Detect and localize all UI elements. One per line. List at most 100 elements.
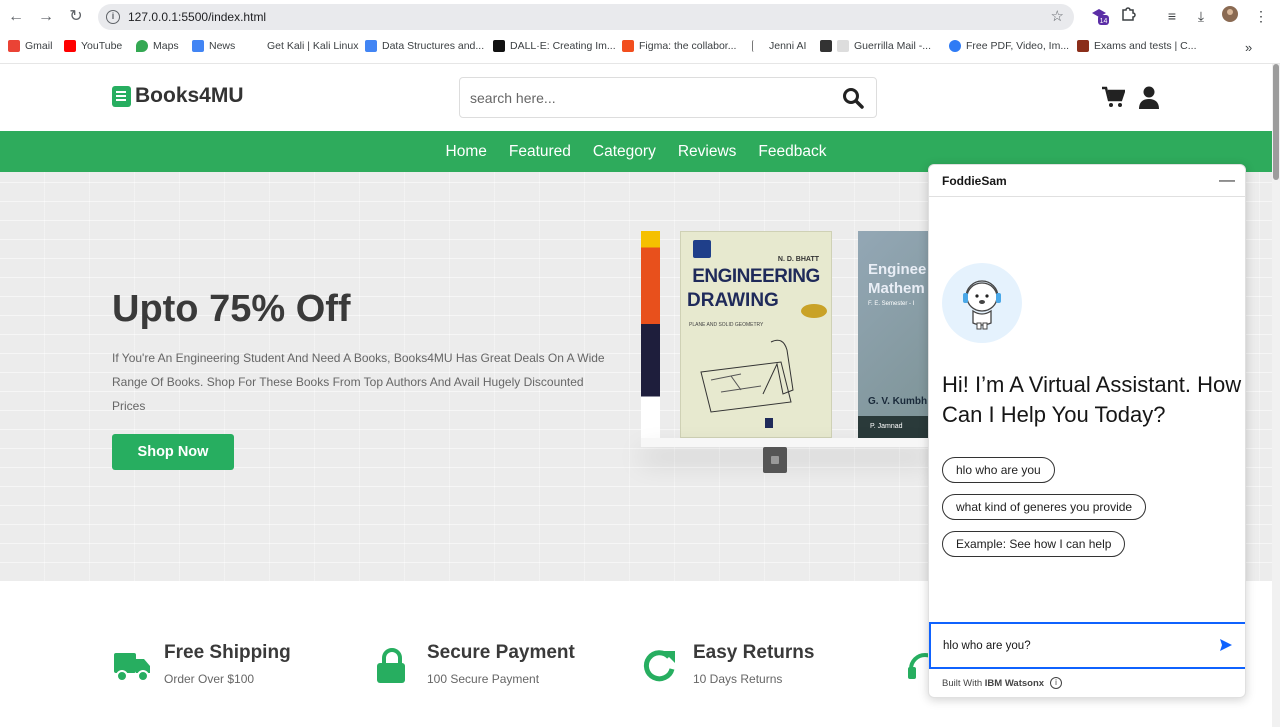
chat-message-input[interactable] xyxy=(931,624,1201,667)
book-icon xyxy=(112,85,131,107)
book-cover-engineering-mathematics[interactable]: Enginee Mathem F. E. Semester - I G. V. … xyxy=(858,231,933,438)
suggestion-chip[interactable]: hlo who are you xyxy=(942,457,1055,483)
bookmark-dalle[interactable]: DALL·E: Creating Im... xyxy=(493,40,616,52)
book2-publisher: P. Jamnad xyxy=(858,416,933,438)
guerrilla-mail-icon xyxy=(820,40,832,52)
site-logo[interactable]: Books4MU xyxy=(112,84,244,108)
more-bookmarks-icon[interactable]: » xyxy=(1245,40,1252,55)
chat-input-box xyxy=(929,622,1245,669)
chrome-menu-icon[interactable]: ⋮ xyxy=(1254,6,1268,26)
info-icon[interactable]: i xyxy=(1050,677,1063,689)
lock-icon xyxy=(377,648,405,683)
extension-hat-icon[interactable]: 14 xyxy=(1090,6,1110,26)
suggestion-chip[interactable]: Example: See how I can help xyxy=(942,531,1126,557)
assistant-avatar xyxy=(942,263,1022,343)
feature-subtitle: 10 Days Returns xyxy=(693,672,783,686)
bookmark-kali[interactable]: Get Kali | Kali Linux xyxy=(250,40,358,52)
media-queue-icon[interactable]: ≡ xyxy=(1163,6,1181,26)
feature-secure-payment: Secure Payment 100 Secure Payment xyxy=(375,642,575,687)
kali-icon xyxy=(250,40,262,52)
gmail-icon xyxy=(8,40,20,52)
suggestion-chip[interactable]: what kind of generes you provide xyxy=(942,494,1147,520)
feature-subtitle: 100 Secure Payment xyxy=(427,672,540,686)
feature-title: Secure Payment xyxy=(427,642,575,663)
download-icon[interactable]: ⤓ xyxy=(1192,6,1210,26)
reload-icon[interactable]: ↻ xyxy=(65,6,87,28)
profile-avatar[interactable] xyxy=(1220,6,1240,26)
news-icon xyxy=(192,40,204,52)
minimize-icon[interactable]: — xyxy=(1219,165,1235,197)
forward-arrow-icon[interactable]: → xyxy=(35,6,57,28)
redo-arrow-icon xyxy=(643,650,675,682)
nav-home[interactable]: Home xyxy=(446,131,487,172)
bookmark-jenni[interactable]: Jenni AI xyxy=(752,40,806,52)
feature-easy-returns: Easy Returns 10 Days Returns xyxy=(641,642,814,687)
robot-icon xyxy=(963,280,1001,330)
book-cover-left[interactable] xyxy=(641,231,660,438)
free-pdf-icon xyxy=(949,40,961,52)
feature-free-shipping: Free Shipping Order Over $100 xyxy=(112,642,291,687)
figma-icon xyxy=(622,40,634,52)
shop-now-button[interactable]: Shop Now xyxy=(112,434,234,470)
logo-text: Books4MU xyxy=(135,84,244,107)
book2-author: G. V. Kumbh xyxy=(868,396,928,407)
book-author: N. D. BHATT xyxy=(777,256,819,263)
brand-name: IBM Watsonx xyxy=(984,677,1045,689)
site-info-icon[interactable]: i xyxy=(106,10,120,24)
user-icon[interactable] xyxy=(1137,85,1161,109)
jenni-icon xyxy=(752,40,764,52)
truck-icon xyxy=(114,653,150,682)
maps-icon xyxy=(136,40,148,52)
nav-reviews[interactable]: Reviews xyxy=(678,131,737,172)
data-structures-icon xyxy=(365,40,377,52)
bookmark-youtube[interactable]: YouTube xyxy=(64,40,122,52)
hero-description: If You're An Engineering Student And Nee… xyxy=(112,351,605,413)
feature-title: Free Shipping xyxy=(164,642,291,663)
nav-category[interactable]: Category xyxy=(593,131,656,172)
search-icon[interactable] xyxy=(842,87,864,109)
search-box xyxy=(459,77,877,118)
bookmark-star-icon[interactable]: ☆ xyxy=(1051,4,1064,30)
chat-header: FoddieSam — xyxy=(929,165,1245,197)
book2-title-line2: Mathem xyxy=(868,280,925,297)
feature-title: Easy Returns xyxy=(693,642,815,663)
back-arrow-icon[interactable]: ← xyxy=(5,6,27,28)
search-input[interactable] xyxy=(460,78,830,117)
openai-icon xyxy=(493,40,505,52)
built-with-footer: Built With IBM Watsonx i xyxy=(942,677,1063,689)
mail-envelope-icon xyxy=(837,40,849,52)
built-with-text: Built With xyxy=(942,677,983,689)
extensions-puzzle-icon[interactable] xyxy=(1119,6,1137,26)
url-text: 127.0.0.1:5500/index.html xyxy=(128,10,267,24)
shelf-bracket xyxy=(763,447,787,473)
cart-icon[interactable] xyxy=(1101,85,1125,109)
bookmark-news[interactable]: News xyxy=(192,40,235,52)
nav-featured[interactable]: Featured xyxy=(509,131,571,172)
chat-title: FoddieSam xyxy=(942,174,1007,188)
book-cover-engineering-drawing[interactable]: N. D. BHATT ENGINEERING DRAWING PLANE AN… xyxy=(680,231,832,438)
chat-greeting: Hi! I’m A Virtual Assistant. How Can I H… xyxy=(942,372,1242,427)
youtube-icon xyxy=(64,40,76,52)
bookmark-maps[interactable]: Maps xyxy=(136,40,179,52)
site-header: Books4MU xyxy=(0,64,1272,131)
address-bar[interactable]: i 127.0.0.1:5500/index.html ☆ xyxy=(98,4,1074,30)
bookmark-figma[interactable]: Figma: the collabor... xyxy=(622,40,736,52)
book-subtitle: PLANE AND SOLID GEOMETRY xyxy=(689,322,764,328)
chat-widget: FoddieSam — Hi! I’m A Virtual Assistant.… xyxy=(928,164,1246,698)
bookmark-gmail[interactable]: Gmail xyxy=(8,40,52,52)
shelf-board xyxy=(641,438,931,447)
bookmark-exams[interactable]: Exams and tests | C... xyxy=(1077,40,1197,52)
bookmark-data-structures[interactable]: Data Structures and... xyxy=(365,40,484,52)
bookmarks-bar: Gmail YouTube Maps News Get Kali | Kali … xyxy=(0,38,1280,58)
book-shelf: N. D. BHATT ENGINEERING DRAWING PLANE AN… xyxy=(641,231,941,473)
hero-title: Upto 75% Off xyxy=(112,288,351,330)
book-badge xyxy=(801,304,827,318)
feature-subtitle: Order Over $100 xyxy=(164,672,255,686)
extension-badge: 14 xyxy=(1100,18,1108,25)
book2-subtitle: F. E. Semester - I xyxy=(868,301,915,307)
send-icon[interactable] xyxy=(1219,638,1233,652)
page-scrollbar-thumb[interactable] xyxy=(1273,64,1279,180)
bookmark-free-pdf[interactable]: Free PDF, Video, Im... xyxy=(949,40,1069,52)
bookmark-guerrilla-mail[interactable]: Guerrilla Mail -... xyxy=(820,40,931,52)
nav-feedback[interactable]: Feedback xyxy=(758,131,826,172)
